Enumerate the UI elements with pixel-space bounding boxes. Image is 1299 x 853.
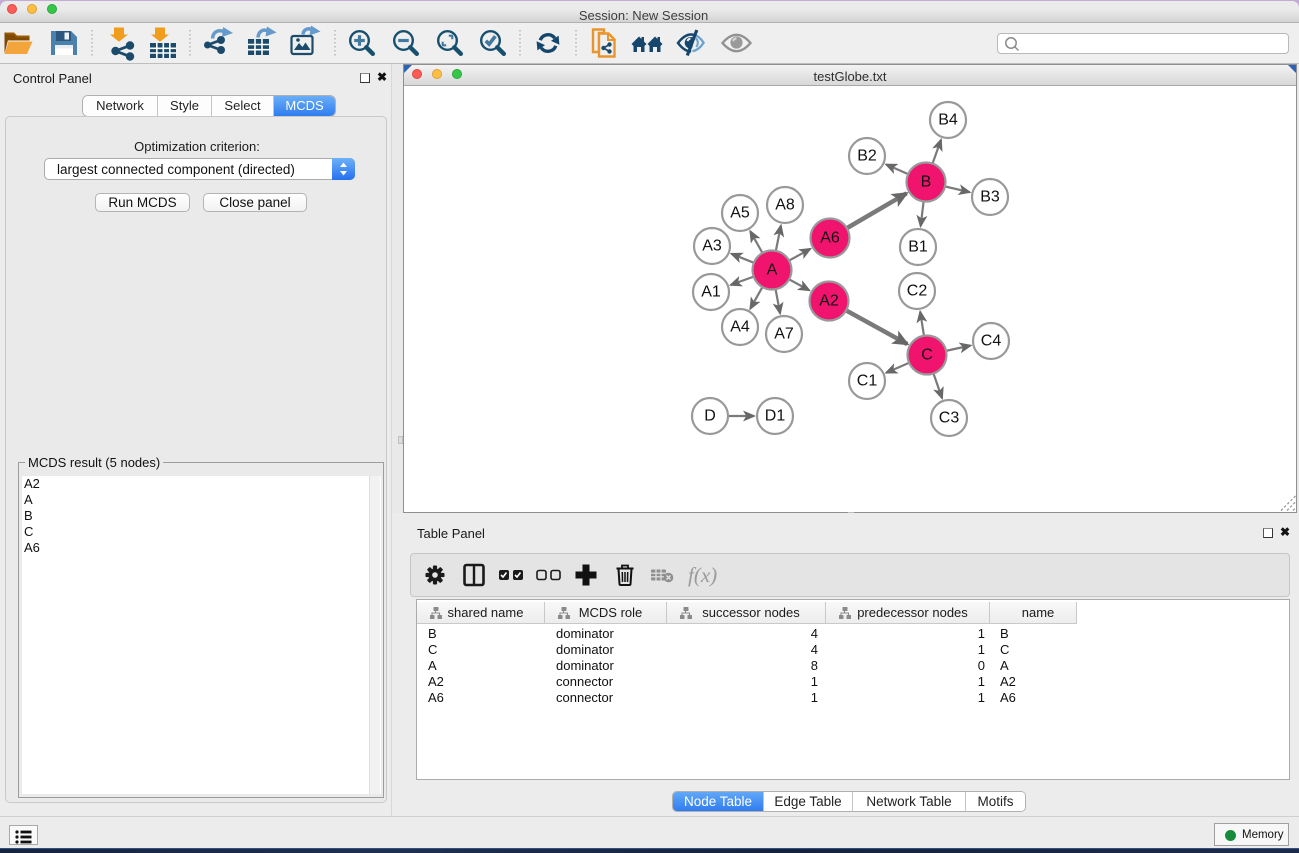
svg-text:C1: C1 [857, 373, 878, 390]
svg-text:B4: B4 [938, 112, 958, 129]
svg-text:A1: A1 [701, 284, 721, 301]
svg-text:A5: A5 [730, 205, 750, 222]
svg-text:D1: D1 [765, 408, 786, 425]
svg-text:A: A [767, 262, 778, 279]
svg-text:f(x): f(x) [688, 563, 717, 587]
svg-text:A6: A6 [820, 230, 840, 247]
svg-text:A2: A2 [819, 293, 839, 310]
svg-text:C3: C3 [939, 410, 960, 427]
svg-text:D: D [704, 408, 716, 425]
svg-text:C4: C4 [981, 333, 1002, 350]
svg-text:B3: B3 [980, 189, 1000, 206]
svg-text:B2: B2 [857, 148, 877, 165]
svg-text:A3: A3 [702, 238, 722, 255]
svg-text:B: B [921, 174, 932, 191]
svg-text:B1: B1 [908, 239, 928, 256]
svg-text:A7: A7 [774, 326, 794, 343]
svg-text:C2: C2 [907, 283, 928, 300]
svg-text:A8: A8 [775, 197, 795, 214]
svg-text:A4: A4 [730, 319, 750, 336]
svg-text:C: C [921, 347, 933, 364]
